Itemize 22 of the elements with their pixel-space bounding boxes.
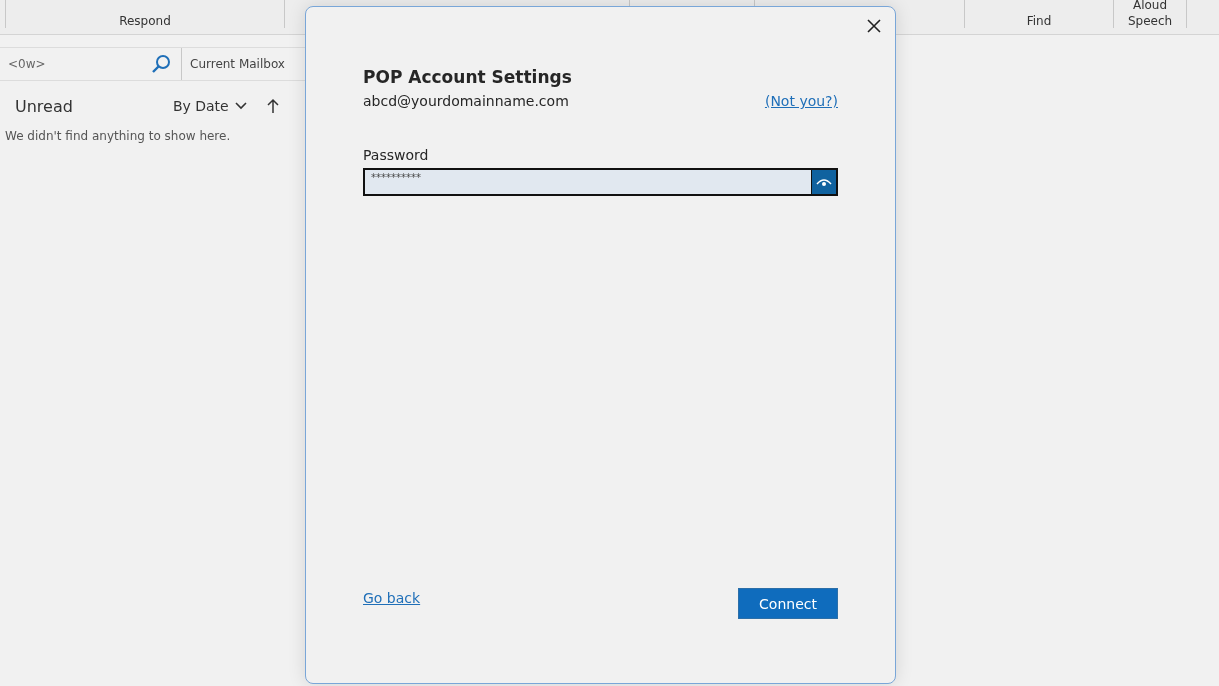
search-field[interactable]: <0w> bbox=[0, 48, 182, 80]
password-field[interactable]: ********** bbox=[363, 168, 838, 196]
show-password-button[interactable] bbox=[811, 170, 836, 194]
go-back-link[interactable]: Go back bbox=[363, 590, 421, 606]
empty-message: We didn't find anything to show here. bbox=[4, 128, 232, 143]
connect-button[interactable]: Connect bbox=[738, 588, 838, 619]
mailbox-scope-dropdown[interactable]: Current Mailbox bbox=[182, 48, 293, 80]
sort-dropdown[interactable]: By Date bbox=[172, 98, 229, 114]
search-icon[interactable] bbox=[151, 54, 171, 74]
password-label: Password bbox=[363, 147, 430, 163]
account-email: abcd@yourdomainname.com bbox=[363, 93, 569, 109]
eye-icon bbox=[816, 177, 832, 187]
not-you-link[interactable]: (Not you?) bbox=[764, 93, 838, 109]
chevron-down-icon[interactable] bbox=[234, 102, 247, 110]
dialog-title: POP Account Settings bbox=[363, 67, 573, 87]
filter-tab[interactable]: Unread bbox=[15, 96, 73, 116]
ribbon-group-label: Speech bbox=[1127, 14, 1173, 28]
ribbon-group-label: Respond bbox=[119, 14, 171, 28]
ribbon-button-label[interactable]: Aloud bbox=[1132, 0, 1168, 12]
close-icon[interactable] bbox=[867, 19, 881, 33]
ribbon-group-label: Find bbox=[1026, 14, 1052, 28]
sort-up-arrow-icon[interactable] bbox=[266, 98, 279, 114]
